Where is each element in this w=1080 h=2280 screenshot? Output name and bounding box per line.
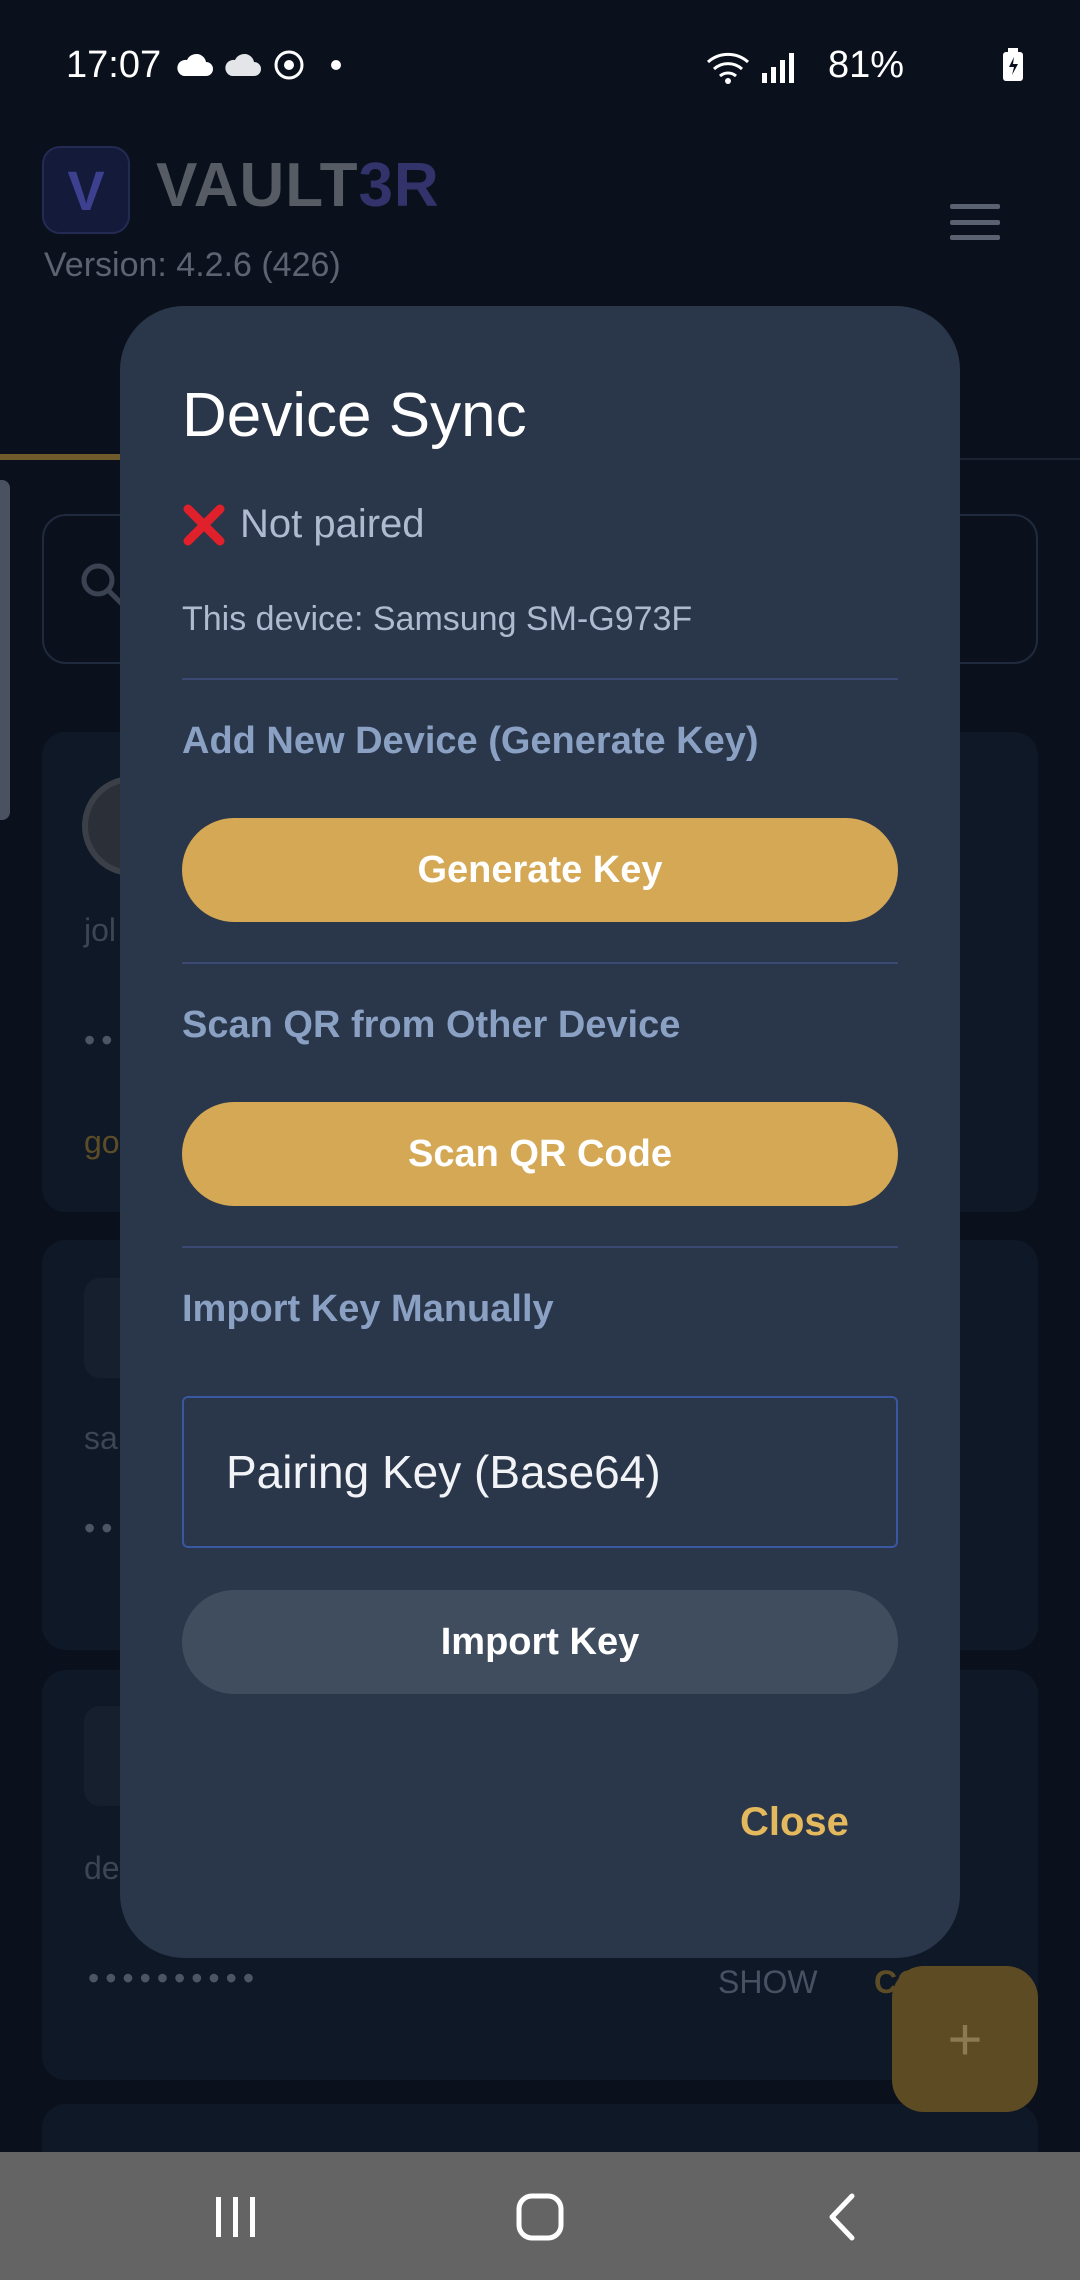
card-username: de	[84, 1850, 120, 1886]
card-password-dots: ••	[84, 1022, 119, 1058]
pairing-status: Not paired	[182, 502, 425, 547]
battery-icon	[1003, 48, 1023, 81]
app-title: VAULT3R	[156, 150, 440, 221]
home-icon[interactable]	[500, 2182, 580, 2252]
device-sync-dialog: Device Sync Not paired This device: Sams…	[120, 306, 960, 1958]
scan-section-title: Scan QR from Other Device	[182, 1004, 681, 1046]
scrollbar[interactable]	[0, 480, 10, 820]
search-icon	[81, 563, 124, 606]
app-title-accent: 3R	[358, 151, 440, 220]
card-username: jol	[84, 912, 117, 948]
dot-icon	[331, 60, 341, 70]
wifi-icon	[707, 52, 749, 84]
signal-icon	[762, 53, 794, 83]
card-password-dots: ••	[84, 1510, 119, 1546]
divider	[182, 678, 898, 680]
add-button[interactable]: +	[892, 1966, 1038, 2112]
back-icon[interactable]	[802, 2182, 882, 2252]
status-time: 17:07	[66, 44, 162, 86]
cross-mark-icon	[183, 504, 225, 545]
card-password-dots: ••••••••••	[88, 1960, 261, 1996]
pairing-status-text: Not paired	[240, 502, 425, 546]
app-version: Version: 4.2.6 (426)	[44, 246, 341, 284]
card-username: sa	[84, 1420, 118, 1456]
recents-icon[interactable]	[196, 2182, 276, 2252]
divider	[182, 962, 898, 964]
dialog-title: Device Sync	[182, 381, 527, 450]
show-button[interactable]: SHOW	[718, 1964, 818, 2001]
status-bar: 17:07 81%	[0, 0, 1080, 130]
device-info: This device: Samsung SM-G973F	[182, 600, 693, 638]
status-icons-left	[176, 48, 346, 82]
generate-key-button[interactable]: Generate Key	[182, 818, 898, 922]
cloud-icon	[177, 53, 213, 76]
app-logo: V	[42, 146, 130, 234]
cloud-icon	[225, 53, 261, 76]
generate-section-title: Add New Device (Generate Key)	[182, 720, 759, 762]
import-section-title: Import Key Manually	[182, 1288, 554, 1330]
pairing-key-input[interactable]	[182, 1396, 898, 1548]
tab-indicator	[0, 454, 130, 460]
battery-wrap	[1002, 48, 1024, 82]
status-icons-right	[706, 50, 796, 84]
menu-icon[interactable]	[950, 204, 1000, 240]
navigation-bar	[0, 2152, 1080, 2280]
import-key-button[interactable]: Import Key	[182, 1590, 898, 1694]
divider	[182, 1246, 898, 1248]
close-button[interactable]: Close	[740, 1800, 849, 1845]
battery-percent: 81%	[827, 44, 904, 86]
card-link[interactable]: go	[84, 1124, 120, 1161]
sync-icon	[274, 50, 304, 80]
scan-qr-button[interactable]: Scan QR Code	[182, 1102, 898, 1206]
app-title-main: VAULT	[156, 151, 359, 220]
